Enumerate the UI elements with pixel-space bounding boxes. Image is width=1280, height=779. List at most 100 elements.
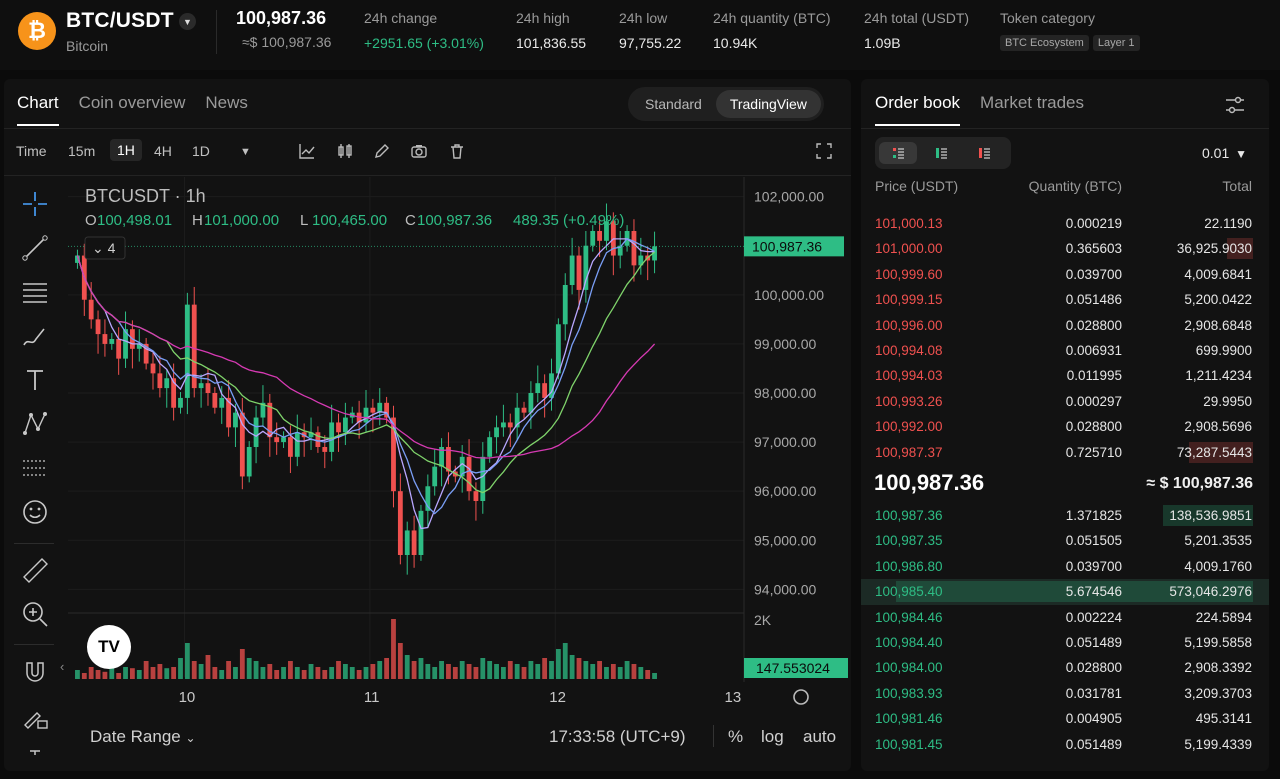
crosshair-icon[interactable] <box>20 189 50 219</box>
candle-body[interactable] <box>404 530 410 555</box>
collapse-toolbar-icon[interactable]: ‹ <box>60 659 64 674</box>
ask-row[interactable]: 100,993.26 0.000297 29.9950 <box>861 389 1269 414</box>
date-range-button[interactable]: Date Range ⌄ <box>90 727 196 747</box>
tab-chart[interactable]: Chart <box>17 93 59 126</box>
view-asks-icon[interactable] <box>965 142 1003 164</box>
candle-body[interactable] <box>239 412 245 477</box>
candle-body[interactable] <box>116 339 122 359</box>
candle-body[interactable] <box>219 397 225 408</box>
candle-body[interactable] <box>336 422 341 433</box>
indicators-icon[interactable] <box>298 142 316 160</box>
candle-body[interactable] <box>233 412 238 428</box>
camera-icon[interactable] <box>410 142 428 160</box>
candle-body[interactable] <box>583 245 589 290</box>
settings-sliders-icon[interactable] <box>1223 93 1247 117</box>
candle-body[interactable] <box>322 447 328 452</box>
ask-row[interactable]: 100,994.08 0.006931 699.9900 <box>861 338 1269 363</box>
candle-body[interactable] <box>315 432 321 447</box>
horizontal-lines-icon[interactable] <box>20 277 50 307</box>
bid-row[interactable]: 100,986.80 0.039700 4,009.1760 <box>861 554 1269 579</box>
candle-body[interactable] <box>178 397 183 408</box>
pair-dropdown-icon[interactable]: ▼ <box>179 13 196 30</box>
candle-body[interactable] <box>418 510 424 555</box>
candle-body[interactable] <box>487 437 493 457</box>
candle-body[interactable] <box>109 339 115 344</box>
bid-row[interactable]: 100,984.40 0.051489 5,199.5858 <box>861 630 1269 655</box>
candle-body[interactable] <box>342 417 348 433</box>
ask-row[interactable]: 100,992.00 0.028800 2,908.5696 <box>861 414 1269 439</box>
bid-row[interactable]: 100,981.45 0.051489 5,199.4339 <box>861 732 1269 757</box>
forecast-icon[interactable] <box>20 453 50 483</box>
bid-row[interactable]: 100,985.40 5.674546 573,046.2976 <box>861 579 1269 605</box>
candle-body[interactable] <box>253 417 259 447</box>
bid-row[interactable]: 100,984.46 0.002224 224.5894 <box>861 605 1269 630</box>
candle-body[interactable] <box>555 324 561 374</box>
candle-body[interactable] <box>212 393 218 408</box>
emoji-icon[interactable] <box>20 497 50 527</box>
candle-body[interactable] <box>569 255 575 285</box>
candle-body[interactable] <box>432 466 438 487</box>
candle-body[interactable] <box>198 383 204 389</box>
more-tools-icon[interactable] <box>20 745 50 771</box>
interval-1h[interactable]: 1H <box>110 139 142 161</box>
candle-body[interactable] <box>576 255 582 290</box>
magnet-icon[interactable] <box>20 657 50 687</box>
pattern-icon[interactable] <box>20 409 50 439</box>
candle-body[interactable] <box>480 456 486 501</box>
candle-body[interactable] <box>501 422 506 428</box>
candle-body[interactable] <box>535 383 541 393</box>
candle-body[interactable] <box>507 422 513 428</box>
candle-body[interactable] <box>246 447 252 477</box>
ask-row[interactable]: 100,999.60 0.039700 4,009.6841 <box>861 262 1269 287</box>
bid-row[interactable]: 100,987.36 1.371825 138,536.9851 <box>861 503 1269 528</box>
candle-body[interactable] <box>150 363 156 374</box>
tab-order-book[interactable]: Order book <box>875 93 961 126</box>
candle-body[interactable] <box>494 427 499 438</box>
percent-scale-toggle[interactable]: % <box>728 727 743 747</box>
candle-body[interactable] <box>528 393 534 413</box>
view-standard-button[interactable]: Standard <box>631 90 716 118</box>
candle-body[interactable] <box>274 437 280 443</box>
bid-row[interactable]: 100,987.35 0.051505 5,201.3535 <box>861 528 1269 553</box>
interval-4h[interactable]: 4H <box>154 143 172 159</box>
candle-body[interactable] <box>590 231 596 246</box>
ask-row[interactable]: 100,987.37 0.725710 73,287.5443 <box>861 440 1269 465</box>
candle-body[interactable] <box>411 530 417 555</box>
candle-body[interactable] <box>363 407 369 423</box>
candle-body[interactable] <box>473 491 479 501</box>
price-step-select[interactable]: 0.01 ▼ <box>1202 145 1247 161</box>
candle-body[interactable] <box>294 432 300 457</box>
candle-body[interactable] <box>466 456 472 492</box>
chart-settings-icon[interactable] <box>793 689 809 705</box>
view-bids-icon[interactable] <box>922 142 960 164</box>
text-tool-icon[interactable] <box>20 365 50 395</box>
ask-row[interactable]: 101,000.13 0.000219 22.1190 <box>861 211 1269 236</box>
candle-body[interactable] <box>164 378 170 389</box>
auto-scale-toggle[interactable]: auto <box>803 727 836 747</box>
candle-body[interactable] <box>521 407 527 413</box>
bid-row[interactable]: 100,983.93 0.031781 3,209.3703 <box>861 681 1269 706</box>
candle-body[interactable] <box>95 319 101 335</box>
view-both-icon[interactable] <box>879 142 917 164</box>
candle-body[interactable] <box>88 299 94 320</box>
brush-icon[interactable] <box>20 321 50 351</box>
candle-body[interactable] <box>102 334 108 344</box>
candle-body[interactable] <box>184 304 190 398</box>
pair-title[interactable]: BTC/USDT <box>66 9 174 33</box>
candle-body[interactable] <box>542 383 548 398</box>
fullscreen-icon[interactable] <box>815 142 833 160</box>
interval-1d[interactable]: 1D <box>192 143 210 159</box>
ask-row[interactable]: 101,000.00 0.365603 36,925.9030 <box>861 236 1269 261</box>
candle-body[interactable] <box>370 407 376 413</box>
pencil-icon[interactable] <box>373 142 391 160</box>
candle-body[interactable] <box>597 231 603 241</box>
tab-news[interactable]: News <box>205 93 248 126</box>
bid-row[interactable]: 100,984.00 0.028800 2,908.3392 <box>861 655 1269 680</box>
interval-more-icon[interactable]: ▼ <box>240 146 251 158</box>
ask-row[interactable]: 100,994.03 0.011995 1,211.4234 <box>861 363 1269 388</box>
bid-row[interactable]: 100,981.46 0.004905 495.3141 <box>861 706 1269 731</box>
interval-15m[interactable]: 15m <box>68 143 95 159</box>
zoom-in-icon[interactable] <box>20 599 50 629</box>
candle-body[interactable] <box>281 437 286 443</box>
view-tradingview-button[interactable]: TradingView <box>715 90 821 118</box>
